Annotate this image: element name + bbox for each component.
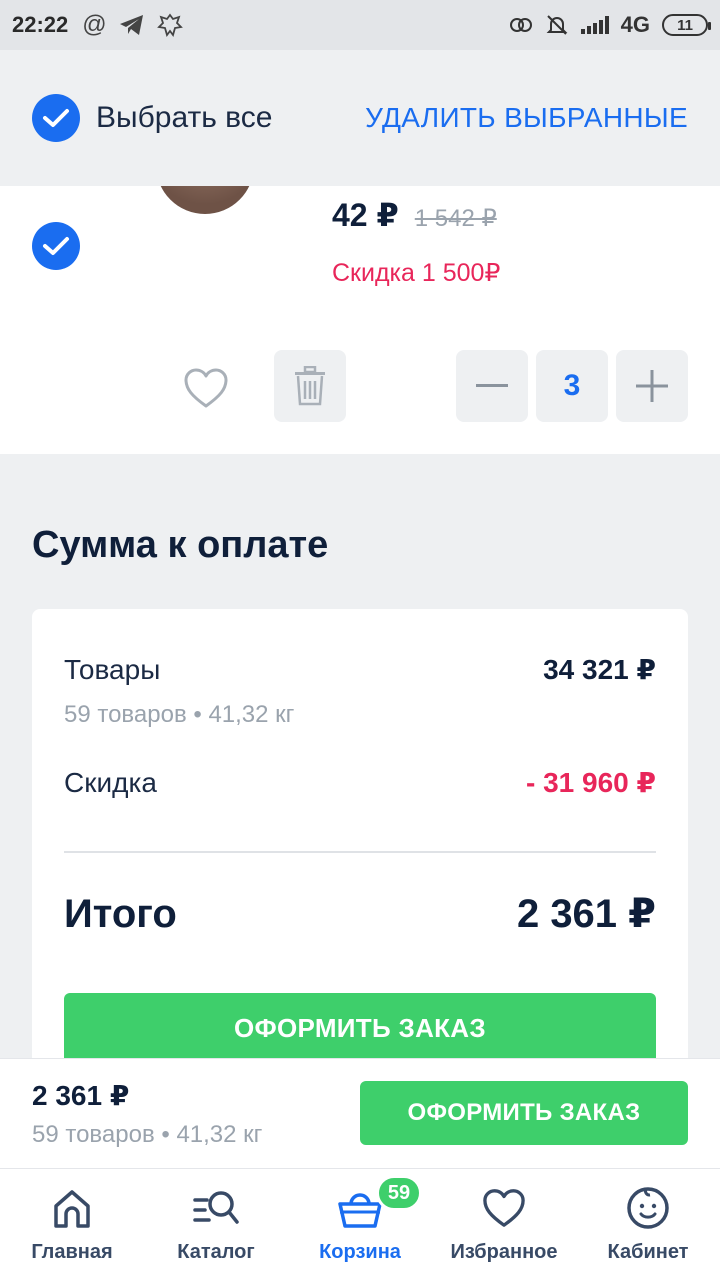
checkout-button[interactable]: ОФОРМИТЬ ЗАКАЗ — [360, 1081, 688, 1145]
nav-label-home: Главная — [31, 1241, 113, 1263]
status-notification-icons: @ — [82, 11, 183, 39]
summary-divider — [64, 851, 656, 853]
discount-row: Скидка - 31 960 ₽ — [64, 766, 656, 799]
status-time: 22:22 — [12, 12, 69, 37]
checkmark-icon — [43, 237, 69, 255]
bottom-navigation: Главная Каталог Корзина 59 Избранное Каб… — [0, 1168, 720, 1280]
nav-item-profile[interactable]: Кабинет — [576, 1169, 720, 1280]
bell-off-icon — [546, 15, 568, 35]
network-type: 4G — [620, 12, 650, 37]
nav-item-catalog[interactable]: Каталог — [144, 1169, 288, 1280]
select-all-checkbox[interactable] — [32, 94, 80, 142]
item-price: 42 ₽ — [332, 197, 399, 233]
delete-selected-button[interactable]: УДАЛИТЬ ВЫБРАННЫЕ — [365, 102, 688, 134]
summary-card: Товары 34 321 ₽ 59 товаров • 41,32 кг Ск… — [32, 609, 688, 1079]
select-all-header: Выбрать все УДАЛИТЬ ВЫБРАННЫЕ — [0, 50, 720, 186]
quantity-value[interactable]: 3 — [536, 350, 608, 422]
goods-row: Товары 34 321 ₽ — [64, 653, 656, 686]
heart-icon — [483, 1189, 525, 1227]
goods-value: 34 321 ₽ — [543, 654, 656, 685]
quantity-decrease-button[interactable] — [456, 350, 528, 422]
link-icon — [509, 18, 532, 32]
nav-label-favorites: Избранное — [450, 1241, 558, 1263]
nav-item-home[interactable]: Главная — [0, 1169, 144, 1280]
order-bar-total: 2 361 ₽ — [32, 1080, 130, 1111]
total-row: Итого 2 361 ₽ — [64, 891, 656, 937]
item-old-price: 1 542 ₽ — [414, 205, 497, 232]
select-all-label[interactable]: Выбрать все — [96, 101, 272, 135]
total-label: Итого — [64, 892, 177, 936]
item-checkbox[interactable] — [32, 222, 80, 270]
battery-level: 11 — [677, 16, 693, 34]
trash-icon — [295, 366, 325, 406]
cart-count-badge: 59 — [376, 1175, 422, 1211]
checkmark-icon — [43, 109, 69, 127]
discount-value: - 31 960 ₽ — [525, 767, 656, 798]
favorite-heart-icon[interactable] — [182, 366, 230, 410]
price-line: 42 ₽ 1 542 ₽ — [332, 196, 497, 234]
quantity-increase-button[interactable] — [616, 350, 688, 422]
nav-label-profile: Кабинет — [607, 1241, 689, 1263]
signal-icon — [580, 16, 609, 34]
product-image[interactable] — [110, 186, 300, 214]
nav-item-cart[interactable]: Корзина 59 — [288, 1169, 432, 1280]
goods-meta: 59 товаров • 41,32 кг — [64, 701, 295, 728]
profile-icon — [627, 1187, 669, 1229]
summary-title: Сумма к оплате — [32, 524, 329, 566]
status-bar: 22:22 @ 4G 11 — [0, 0, 720, 50]
cart-item: 42 ₽ 1 542 ₽ Скидка 1 500₽ 3 — [0, 186, 720, 454]
delete-item-button[interactable] — [274, 350, 346, 422]
plus-icon — [636, 370, 668, 402]
home-icon — [54, 1190, 90, 1228]
nav-item-favorites[interactable]: Избранное — [432, 1169, 576, 1280]
telegram-icon — [119, 15, 143, 35]
item-discount: Скидка 1 500₽ — [332, 259, 501, 287]
catalog-search-icon — [193, 1191, 239, 1224]
goods-label: Товары — [64, 654, 161, 685]
minus-icon — [476, 384, 508, 387]
emblem-icon — [156, 13, 183, 37]
at-sign-icon: @ — [82, 11, 107, 38]
status-system-icons: 4G 11 — [509, 12, 711, 38]
battery-icon: 11 — [662, 14, 711, 36]
total-value: 2 361 ₽ — [516, 892, 656, 936]
order-bar-meta: 59 товаров • 41,32 кг — [32, 1121, 263, 1148]
nav-label-cart: Корзина — [319, 1241, 401, 1263]
discount-label: Скидка — [64, 767, 157, 798]
nav-label-catalog: Каталог — [177, 1241, 255, 1263]
sticky-order-bar: 2 361 ₽ 59 товаров • 41,32 кг ОФОРМИТЬ З… — [0, 1058, 720, 1168]
